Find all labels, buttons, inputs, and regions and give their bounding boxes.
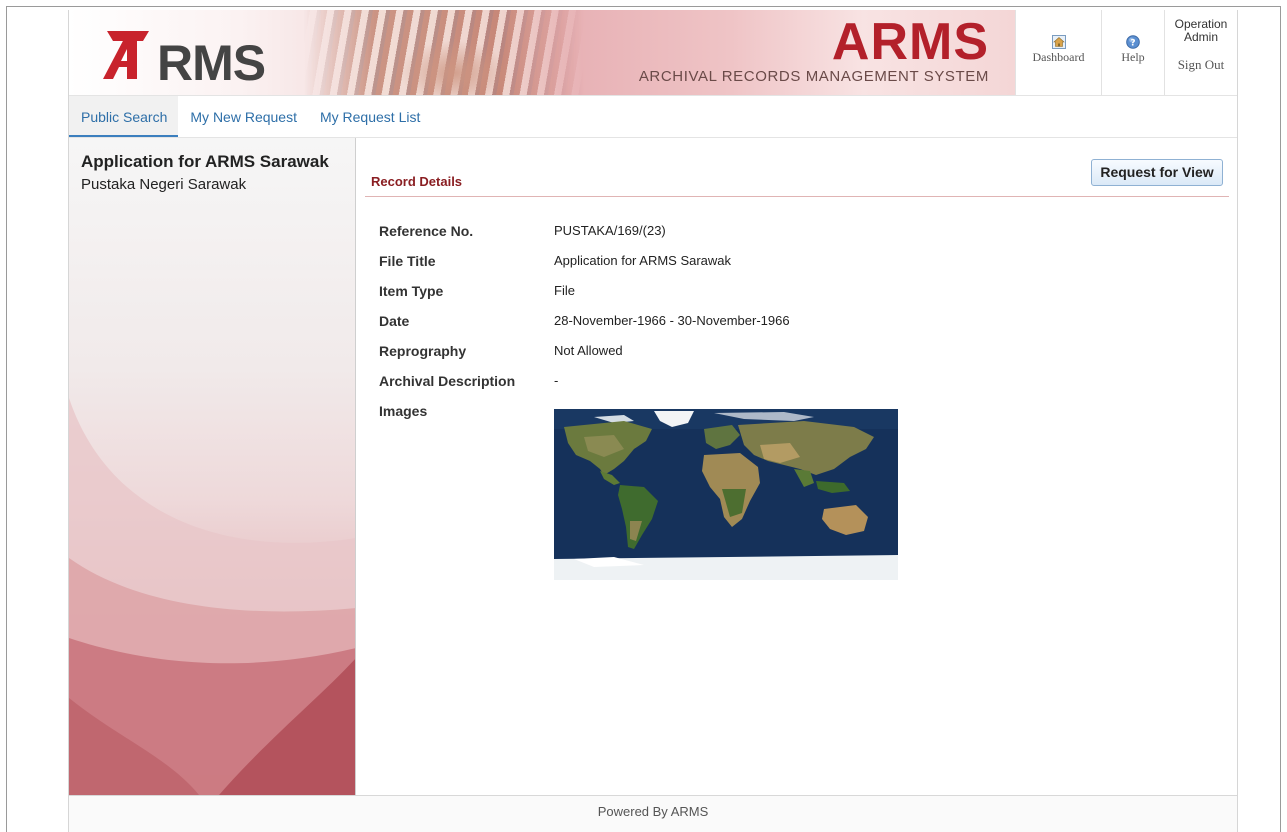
sidebar-wave-decoration bbox=[69, 398, 355, 795]
sidebar-title: Application for ARMS Sarawak bbox=[81, 152, 329, 171]
nav-bar: Public Search My New Request My Request … bbox=[69, 95, 1237, 138]
header-tools: Dashboard ? Help Operation Admin Sign Ou… bbox=[1015, 10, 1237, 95]
svg-text:?: ? bbox=[1130, 39, 1135, 49]
help-button[interactable]: ? Help bbox=[1101, 10, 1164, 95]
detail-label: Reprography bbox=[379, 343, 467, 359]
detail-label: Images bbox=[379, 403, 428, 419]
user-name-line2: Admin bbox=[1183, 30, 1218, 44]
detail-label: Reference No. bbox=[379, 223, 474, 239]
help-icon: ? bbox=[1126, 35, 1140, 49]
section-divider bbox=[365, 196, 1229, 197]
page-container: RMS ARMS ARCHIVAL RECORDS MANAGEMENT SYS… bbox=[68, 10, 1238, 832]
sign-out-link[interactable]: Sign Out bbox=[1178, 57, 1225, 73]
detail-value: Not Allowed bbox=[554, 343, 623, 358]
detail-value: - bbox=[554, 373, 559, 388]
banner-hands-image bbox=[399, 40, 509, 95]
banner: RMS ARMS ARCHIVAL RECORDS MANAGEMENT SYS… bbox=[69, 10, 1015, 95]
home-icon bbox=[1051, 35, 1066, 49]
main-content: Record Details Request for View Referenc… bbox=[357, 138, 1237, 795]
record-image-world-map[interactable] bbox=[554, 409, 898, 580]
detail-value: PUSTAKA/169/(23) bbox=[554, 223, 666, 238]
detail-label: Date bbox=[379, 313, 410, 329]
detail-label: Item Type bbox=[379, 283, 444, 299]
detail-label: File Title bbox=[379, 253, 436, 269]
detail-label: Archival Description bbox=[379, 373, 516, 389]
detail-value: File bbox=[554, 283, 575, 298]
banner-title: ARMS bbox=[831, 13, 989, 71]
sidebar-subtitle: Pustaka Negeri Sarawak bbox=[81, 176, 247, 193]
tab-public-search[interactable]: Public Search bbox=[69, 96, 179, 137]
dashboard-label: Dashboard bbox=[1032, 50, 1085, 64]
detail-value: 28-November-1966 - 30-November-1966 bbox=[554, 313, 790, 328]
footer-text: Powered By ARMS bbox=[597, 804, 709, 819]
logo-text: RMS bbox=[157, 35, 266, 91]
tab-my-new-request[interactable]: My New Request bbox=[178, 96, 308, 137]
dashboard-button[interactable]: Dashboard bbox=[1015, 10, 1101, 95]
footer: Powered By ARMS bbox=[69, 795, 1237, 832]
tab-my-request-list[interactable]: My Request List bbox=[308, 96, 431, 137]
arms-logo-icon bbox=[103, 31, 149, 79]
banner-subtitle: ARCHIVAL RECORDS MANAGEMENT SYSTEM bbox=[638, 68, 989, 85]
sidebar: Application for ARMS Sarawak Pustaka Neg… bbox=[69, 138, 356, 795]
help-label: Help bbox=[1121, 50, 1145, 64]
detail-value: Application for ARMS Sarawak bbox=[554, 253, 732, 268]
user-panel: Operation Admin Sign Out bbox=[1164, 10, 1237, 95]
section-title: Record Details bbox=[371, 174, 463, 189]
request-for-view-button[interactable]: Request for View bbox=[1091, 159, 1223, 186]
header: RMS ARMS ARCHIVAL RECORDS MANAGEMENT SYS… bbox=[69, 10, 1237, 95]
